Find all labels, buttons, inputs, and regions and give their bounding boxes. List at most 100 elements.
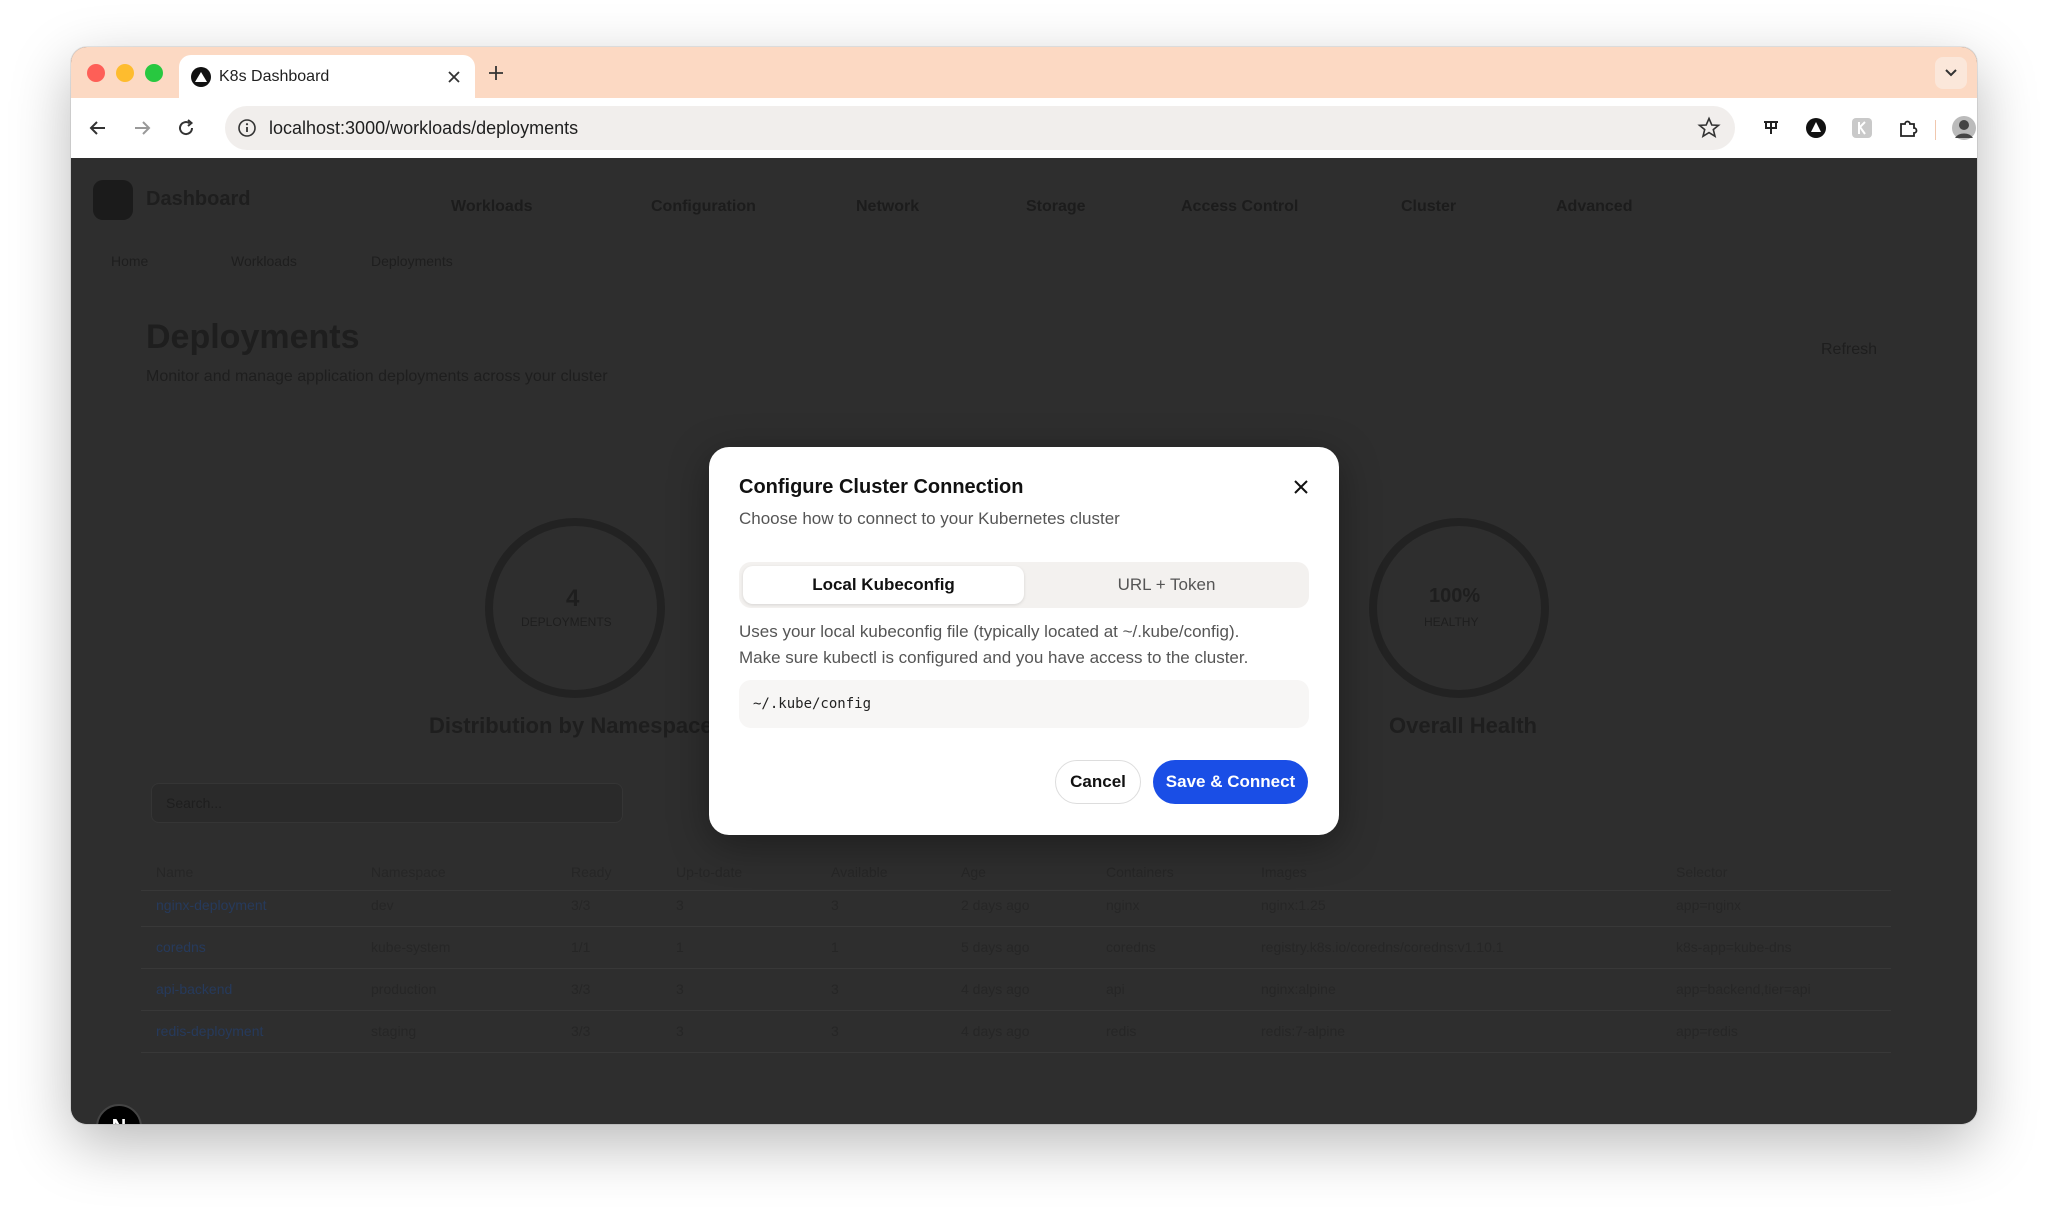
nav-network[interactable]: Network bbox=[856, 198, 919, 218]
table-cell: nginx:1.25 bbox=[1261, 897, 1326, 913]
search-input[interactable]: Search... bbox=[151, 783, 623, 823]
address-bar[interactable]: localhost:3000/workloads/deployments bbox=[225, 106, 1735, 150]
kubeconfig-path-value: ~/.kube/config bbox=[753, 696, 872, 712]
next-badge-letter: N bbox=[112, 1116, 126, 1125]
table-header[interactable]: Available bbox=[831, 864, 888, 880]
table-header[interactable]: Ready bbox=[571, 864, 611, 880]
table-cell: nginx:alpine bbox=[1261, 981, 1336, 997]
nav-access-control[interactable]: Access Control bbox=[1181, 198, 1298, 218]
table-cell: kube-system bbox=[371, 939, 451, 955]
tab-strip: K8s Dashboard bbox=[71, 47, 1977, 98]
page-title: Deployments bbox=[146, 318, 360, 356]
nav-workloads[interactable]: Workloads bbox=[451, 198, 533, 218]
extensions-puzzle-icon[interactable] bbox=[1893, 113, 1923, 143]
k-extension-icon[interactable] bbox=[1847, 113, 1877, 143]
breadcrumb-workloads[interactable]: Workloads bbox=[231, 253, 297, 269]
table-divider bbox=[141, 1052, 1891, 1053]
close-window-button[interactable] bbox=[87, 64, 105, 82]
distribution-heading: Distribution by Namespace bbox=[429, 713, 713, 738]
table-cell: api bbox=[1106, 981, 1125, 997]
table-header[interactable]: Selector bbox=[1676, 864, 1727, 880]
deployment-name-link[interactable]: nginx-deployment bbox=[156, 897, 267, 913]
kubeconfig-path-field[interactable]: ~/.kube/config bbox=[739, 680, 1309, 728]
tab-url-token[interactable]: URL + Token bbox=[1028, 566, 1305, 604]
table-header[interactable]: Images bbox=[1261, 864, 1307, 880]
table-cell: redis:7-alpine bbox=[1261, 1023, 1346, 1039]
vercel-extension-icon[interactable] bbox=[1801, 113, 1831, 143]
table-cell: k8s-app=kube-dns bbox=[1676, 939, 1792, 955]
deployment-name-link[interactable]: api-backend bbox=[156, 981, 232, 997]
tab-close-icon[interactable] bbox=[443, 66, 465, 88]
table-cell: 5 days ago bbox=[961, 939, 1030, 955]
dialog-subtitle: Choose how to connect to your Kubernetes… bbox=[739, 509, 1120, 528]
cancel-button[interactable]: Cancel bbox=[1055, 760, 1141, 804]
close-icon[interactable] bbox=[1289, 475, 1313, 499]
profile-avatar[interactable] bbox=[1949, 113, 1977, 143]
forward-arrow-icon[interactable] bbox=[127, 113, 157, 143]
deployment-name-link[interactable]: redis-deployment bbox=[156, 1023, 263, 1039]
table-header[interactable]: Name bbox=[156, 864, 193, 880]
table-cell: registry.k8s.io/coredns/coredns:v1.10.1 bbox=[1261, 939, 1504, 955]
vercel-favicon-icon bbox=[191, 67, 211, 87]
health-caption: HEALTHY bbox=[1424, 615, 1479, 629]
tab-local-kubeconfig[interactable]: Local Kubeconfig bbox=[743, 566, 1024, 604]
table-cell: app=nginx bbox=[1676, 897, 1742, 913]
table-cell: 3 bbox=[831, 897, 839, 913]
deployments-count: 4 bbox=[566, 585, 580, 612]
browser-tab[interactable]: K8s Dashboard bbox=[179, 55, 475, 98]
description-line-1: Uses your local kubeconfig file (typical… bbox=[739, 622, 1240, 641]
table-cell: app=redis bbox=[1676, 1023, 1738, 1039]
nav-configuration[interactable]: Configuration bbox=[651, 198, 756, 218]
table-header[interactable]: Up-to-date bbox=[676, 864, 742, 880]
nav-storage[interactable]: Storage bbox=[1026, 198, 1086, 218]
tab-search-chevron-icon[interactable] bbox=[1935, 57, 1967, 89]
connection-mode-tabs: Local Kubeconfig URL + Token bbox=[739, 562, 1309, 608]
site-info-icon[interactable] bbox=[237, 118, 257, 138]
table-header[interactable]: Age bbox=[961, 864, 986, 880]
overall-health-heading: Overall Health bbox=[1389, 713, 1537, 738]
table-cell: 4 days ago bbox=[961, 1023, 1030, 1039]
dialog-title: Configure Cluster Connection bbox=[739, 476, 1024, 498]
app-brand: Dashboard bbox=[146, 188, 251, 210]
nextjs-devtools-button[interactable]: N bbox=[96, 1104, 142, 1124]
deployment-name-link[interactable]: coredns bbox=[156, 939, 206, 955]
table-cell: 3 bbox=[676, 1023, 684, 1039]
table-cell: redis bbox=[1106, 1023, 1137, 1039]
minimize-window-button[interactable] bbox=[116, 64, 134, 82]
search-placeholder: Search... bbox=[166, 795, 223, 811]
table-cell: app=backend,tier=api bbox=[1676, 981, 1811, 997]
table-divider bbox=[141, 1010, 1891, 1011]
save-connect-button[interactable]: Save & Connect bbox=[1153, 760, 1308, 804]
tab-title: K8s Dashboard bbox=[219, 68, 330, 85]
table-cell: 3 bbox=[831, 981, 839, 997]
table-cell: 2 days ago bbox=[961, 897, 1030, 913]
table-cell: 1 bbox=[676, 939, 684, 955]
table-cell: 3 bbox=[676, 897, 684, 913]
table-cell: 3 bbox=[676, 981, 684, 997]
table-cell: 1 bbox=[831, 939, 839, 955]
table-header[interactable]: Namespace bbox=[371, 864, 446, 880]
table-cell: coredns bbox=[1106, 939, 1156, 955]
table-cell: dev bbox=[371, 897, 394, 913]
breadcrumb-deployments: Deployments bbox=[371, 253, 453, 269]
new-tab-icon[interactable] bbox=[483, 60, 509, 86]
nav-cluster[interactable]: Cluster bbox=[1401, 198, 1456, 218]
table-cell: 4 days ago bbox=[961, 981, 1030, 997]
table-cell: 3/3 bbox=[571, 1023, 591, 1039]
back-arrow-icon[interactable] bbox=[83, 113, 113, 143]
table-header[interactable]: Containers bbox=[1106, 864, 1174, 880]
deployments-caption: DEPLOYMENTS bbox=[521, 615, 612, 629]
url-text: localhost:3000/workloads/deployments bbox=[269, 118, 579, 138]
refresh-button[interactable]: Refresh bbox=[1821, 341, 1877, 359]
breadcrumb-home[interactable]: Home bbox=[111, 253, 148, 269]
configure-cluster-dialog: Configure Cluster Connection Choose how … bbox=[709, 447, 1339, 835]
reload-icon[interactable] bbox=[171, 113, 201, 143]
table-cell: 3 bbox=[831, 1023, 839, 1039]
table-divider bbox=[141, 968, 1891, 969]
maximize-window-button[interactable] bbox=[145, 64, 163, 82]
table-cell: 3/3 bbox=[571, 981, 591, 997]
bookmark-star-icon[interactable] bbox=[1697, 116, 1721, 140]
page-subtitle: Monitor and manage application deploymen… bbox=[146, 368, 608, 385]
translate-icon[interactable] bbox=[1756, 113, 1786, 143]
nav-advanced[interactable]: Advanced bbox=[1556, 198, 1632, 218]
